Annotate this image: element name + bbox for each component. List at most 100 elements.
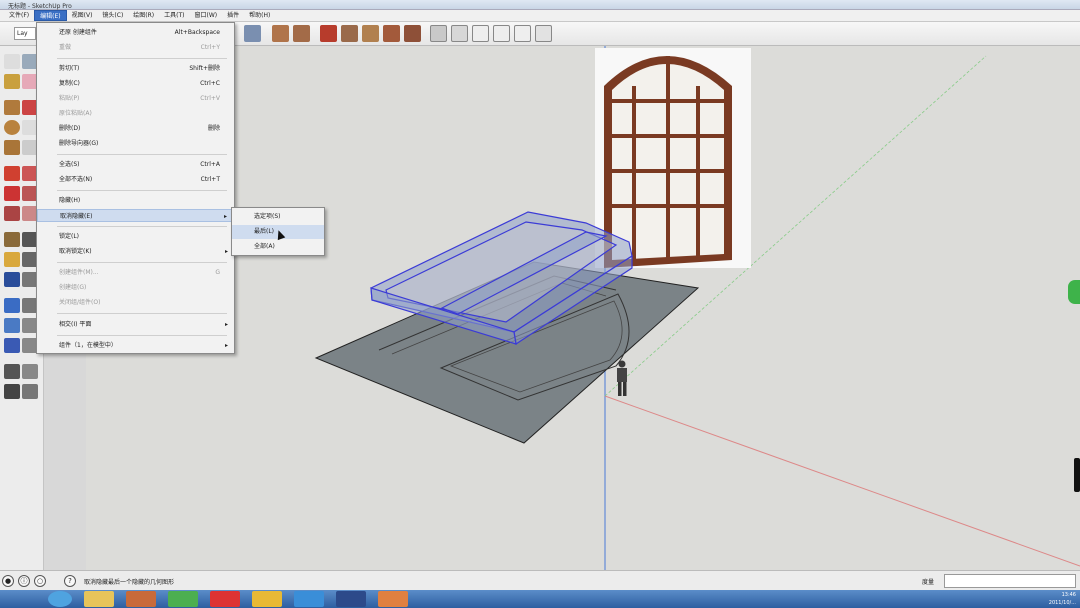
menu-item-select-all[interactable]: 全选(S) Ctrl+A: [37, 158, 234, 171]
geo-location-icon[interactable]: ●: [2, 575, 14, 587]
walk-icon[interactable]: [4, 384, 20, 399]
menu-item-make-group[interactable]: 创建组(G): [37, 281, 234, 294]
media-icon[interactable]: [210, 591, 240, 607]
credits-icon[interactable]: ⓘ: [18, 575, 30, 587]
sketchup-window: 无标题 - SketchUp Pro 文件(F) 编辑(E) 视图(V) 镜头(…: [0, 0, 1080, 608]
layer-dropdown[interactable]: Lay: [14, 27, 36, 40]
menu-bar: 文件(F) 编辑(E) 视图(V) 镜头(C) 绘图(R) 工具(T) 窗口(W…: [0, 10, 1080, 22]
circle-icon[interactable]: [4, 120, 20, 135]
menu-item-delete-guides[interactable]: 删除导向器(G): [37, 137, 234, 150]
help-icon[interactable]: ?: [64, 575, 76, 587]
follow-me-icon[interactable]: [293, 25, 310, 42]
app-icon[interactable]: [252, 591, 282, 607]
menu-item-cut[interactable]: 剪切(T) Shift+删除: [37, 62, 234, 75]
menu-item-paste[interactable]: 粘贴(P) Ctrl+V: [37, 92, 234, 105]
offset-icon[interactable]: [383, 25, 400, 42]
browser-icon[interactable]: [168, 591, 198, 607]
position-camera-icon[interactable]: [4, 364, 20, 379]
word-icon[interactable]: [294, 591, 324, 607]
rotate-tool-icon[interactable]: [4, 186, 20, 201]
model-scene: [314, 46, 1080, 570]
status-hint: 取消隐藏最后一个隐藏的几何图形: [84, 579, 175, 586]
measurements-label: 度量: [922, 579, 935, 586]
submenu-item-all[interactable]: 全部(A): [232, 240, 324, 254]
menu-item-shortcut: Ctrl+A: [200, 161, 220, 168]
model-viewport[interactable]: [86, 46, 1080, 570]
menu-item-label: 取消锁定(K): [59, 248, 92, 255]
paint-bucket-icon[interactable]: [4, 74, 20, 89]
left-view-icon[interactable]: [535, 25, 552, 42]
measurements-input[interactable]: [944, 574, 1076, 588]
explorer-icon[interactable]: [84, 591, 114, 607]
menu-item-select-none[interactable]: 全部不选(N) Ctrl+T: [37, 173, 234, 186]
sketchup-taskbar-icon[interactable]: [126, 591, 156, 607]
scroll-handle[interactable]: [1074, 458, 1080, 492]
axes-icon[interactable]: [4, 272, 20, 287]
rectangle-icon[interactable]: [4, 100, 20, 115]
menu-item-undo[interactable]: 还原 创建组件 Alt+Backspace: [37, 26, 234, 39]
menu-help[interactable]: 帮助(H): [244, 10, 275, 21]
n-app-icon[interactable]: [336, 591, 366, 607]
menu-plugins[interactable]: 插件: [222, 10, 244, 21]
menu-item-make-component[interactable]: 创建组件(M)... G: [37, 266, 234, 279]
orbit-icon[interactable]: [4, 298, 20, 313]
side-panel-toggle-icon[interactable]: [1068, 280, 1080, 304]
menu-item-close-group[interactable]: 关闭组/组件(O): [37, 296, 234, 309]
menu-draw[interactable]: 绘图(R): [128, 10, 159, 21]
zoom-icon[interactable]: [4, 318, 20, 333]
menu-window[interactable]: 窗口(W): [190, 10, 223, 21]
move-tool-icon[interactable]: [4, 166, 20, 181]
menu-separator: [57, 262, 227, 263]
menu-item-redo[interactable]: 重做 Ctrl+Y: [37, 41, 234, 54]
menu-edit[interactable]: 编辑(E): [34, 10, 67, 21]
back-view-icon[interactable]: [514, 25, 531, 42]
front-view-icon[interactable]: [472, 25, 489, 42]
user-icon[interactable]: ○: [34, 575, 46, 587]
title-bar: 无标题 - SketchUp Pro: [0, 0, 1080, 10]
polygon-icon[interactable]: [4, 140, 20, 155]
menu-item-label: 复制(C): [59, 80, 80, 87]
section-plane-icon[interactable]: [22, 384, 38, 399]
tape-measure-icon[interactable]: [4, 232, 20, 247]
menu-camera[interactable]: 镜头(C): [97, 10, 128, 21]
menu-item-unhide[interactable]: 取消隐藏(E) ▸: [37, 209, 234, 222]
menu-separator: [57, 154, 227, 155]
zoom-extents-icon[interactable]: [4, 338, 20, 353]
move-icon[interactable]: [320, 25, 337, 42]
menu-item-paste-in-place[interactable]: 原位粘贴(A): [37, 107, 234, 120]
menu-item-hide[interactable]: 隐藏(H): [37, 194, 234, 207]
menu-item-unlock[interactable]: 取消锁定(K) ▸: [37, 245, 234, 258]
red-axis: [604, 395, 1080, 567]
submenu-item-selected[interactable]: 选定项(S): [232, 210, 324, 224]
menu-separator: [57, 313, 227, 314]
top-view-icon[interactable]: [451, 25, 468, 42]
push-pull-icon[interactable]: [272, 25, 289, 42]
menu-item-label: 原位粘贴(A): [59, 110, 92, 117]
protractor-icon[interactable]: [4, 252, 20, 267]
menu-item-component[interactable]: 组件（1，在模型中） ▸: [37, 339, 234, 352]
menu-item-delete[interactable]: 删除(D) 删除: [37, 122, 234, 135]
system-clock[interactable]: 13:46 2011/10/...: [1049, 591, 1076, 607]
component-icon[interactable]: [244, 25, 261, 42]
menu-item-lock[interactable]: 锁定(L): [37, 230, 234, 243]
menu-view[interactable]: 视图(V): [67, 10, 98, 21]
clock-time: 13:46: [1061, 592, 1076, 598]
look-around-icon[interactable]: [22, 364, 38, 379]
menu-tools[interactable]: 工具(T): [159, 10, 189, 21]
scale-tool-icon[interactable]: [4, 206, 20, 221]
menu-file[interactable]: 文件(F): [4, 10, 34, 21]
start-button-icon[interactable]: [48, 591, 72, 607]
paint-icon[interactable]: [404, 25, 421, 42]
right-view-icon[interactable]: [493, 25, 510, 42]
menu-item-shortcut: Alt+Backspace: [174, 29, 220, 36]
submenu-arrow-icon: ▸: [224, 342, 228, 349]
rotate-icon[interactable]: [341, 25, 358, 42]
iso-view-icon[interactable]: [430, 25, 447, 42]
menu-item-label: 删除(D): [59, 125, 81, 132]
menu-item-copy[interactable]: 复制(C) Ctrl+C: [37, 77, 234, 90]
scale-icon[interactable]: [362, 25, 379, 42]
paint-app-icon[interactable]: [378, 591, 408, 607]
select-arrow-icon[interactable]: [4, 54, 20, 69]
menu-item-intersect[interactable]: 相交(I) 平面 ▸: [37, 318, 234, 331]
menu-item-label: 隐藏(H): [59, 197, 81, 204]
